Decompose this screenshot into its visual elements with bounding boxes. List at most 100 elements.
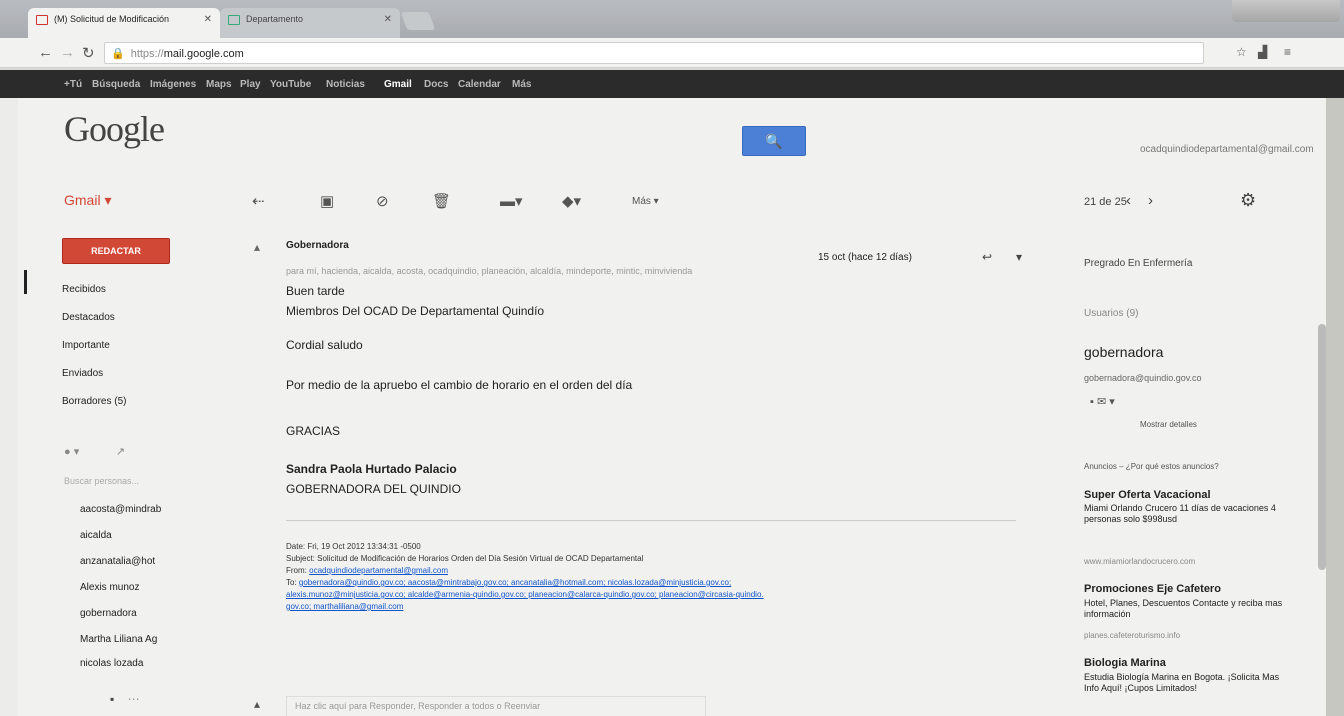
ad-title[interactable]: Super Oferta Vacacional <box>1084 489 1211 501</box>
reload-icon[interactable]: ↻ <box>82 44 95 62</box>
show-details-link[interactable]: Mostrar detalles <box>1140 420 1197 429</box>
recipients-line[interactable]: para mí, hacienda, aicalda, acosta, ocad… <box>286 266 692 276</box>
gbar-item-more[interactable]: Más <box>512 79 531 90</box>
sidebar-item-important[interactable]: Importante <box>62 340 110 351</box>
right-edge-shadow <box>1326 98 1344 716</box>
sender-avatar-icon: ▴ <box>254 240 261 254</box>
message-salutation: Cordial saludo <box>286 338 363 352</box>
sidebar-item-sent[interactable]: Enviados <box>62 368 103 379</box>
chat-contact[interactable]: nicolas lozada <box>80 658 143 669</box>
quoted-from-label: From: <box>286 566 307 575</box>
account-email[interactable]: ocadquindiodepartamental@gmail.com <box>1140 144 1314 155</box>
quoted-to-cont: alexis.munoz@minjusticia.gov.co; alcalde… <box>286 590 764 599</box>
more-icon[interactable]: ▾ <box>1109 396 1115 408</box>
move-to-folder-icon[interactable]: ▬▾ <box>500 192 523 210</box>
delete-icon[interactable]: 🗑 <box>432 192 451 210</box>
quoted-to-links[interactable]: gobernadora@quindio.gov.co; aacosta@mint… <box>299 578 731 587</box>
contact-name[interactable]: gobernadora <box>1084 344 1163 360</box>
quoted-to-links[interactable]: alexis.munoz@minjusticia.gov.co; alcalde… <box>286 590 764 599</box>
reply-icon[interactable]: ↩ <box>982 250 992 264</box>
compose-button[interactable]: REDACTAR <box>62 238 170 264</box>
ad-title[interactable]: Biologia Marina <box>1084 657 1166 669</box>
tab-label: Departamento <box>246 14 304 24</box>
reply-box[interactable]: Haz clic aquí para Responder, Responder … <box>286 696 706 716</box>
ad-title[interactable]: Promociones Eje Cafetero <box>1084 583 1221 595</box>
gbar-item[interactable]: Play <box>240 79 261 90</box>
chat-contact[interactable]: gobernadora <box>80 608 137 619</box>
more-chat-icon[interactable]: ⋯ <box>128 692 140 706</box>
quoted-subject: Subject: Solicitud de Modificación de Ho… <box>286 554 644 563</box>
sidebar-item-starred[interactable]: Destacados <box>62 312 115 323</box>
gbar-item[interactable]: Búsqueda <box>92 79 140 90</box>
tab-label: (M) Solicitud de Modificación <box>54 14 170 24</box>
ad-text: Hotel, Planes, Descuentos Contacte y rec… <box>1084 598 1283 619</box>
ad-url[interactable]: planes.cafeteroturismo.info <box>1084 631 1180 640</box>
bookmark-star-icon[interactable]: ☆ <box>1236 45 1247 59</box>
chat-icon[interactable]: ▪ <box>1090 396 1094 408</box>
more-message-options-icon[interactable]: ▾ <box>1016 250 1022 264</box>
close-tab-icon[interactable]: ✕ <box>384 14 392 25</box>
close-tab-icon[interactable]: ✕ <box>204 14 212 25</box>
ads-header[interactable]: Anuncios – ¿Por qué estos anuncios? <box>1084 462 1219 471</box>
gbar-item[interactable]: +Tú <box>64 79 82 90</box>
gmail-page <box>18 98 1326 716</box>
report-spam-icon[interactable]: ⊘ <box>376 192 389 210</box>
chat-bubble-icon[interactable]: ▪ <box>110 692 114 706</box>
back-icon[interactable]: ← <box>38 44 53 61</box>
address-bar[interactable]: 🔒 https://mail.google.com <box>104 42 1204 64</box>
chat-contact[interactable]: Martha Liliana Ag <box>80 634 157 645</box>
gmail-menu[interactable]: Gmail ▾ <box>64 192 111 209</box>
right-panel-scrollbar[interactable] <box>1318 324 1326 570</box>
sender-name[interactable]: Gobernadora <box>286 240 349 251</box>
sidebar-item-drafts[interactable]: Borradores (5) <box>62 396 126 407</box>
labels-icon[interactable]: ◆▾ <box>562 192 581 210</box>
chat-contact[interactable]: aicalda <box>80 530 112 541</box>
older-icon[interactable]: › <box>1148 192 1153 209</box>
browser-tab-active[interactable]: (M) Solicitud de Modificación ✕ <box>28 8 220 38</box>
users-label: Usuarios (9) <box>1084 308 1139 319</box>
ad-text: Miami Orlando Crucero 11 días de vacacio… <box>1084 503 1276 524</box>
url-domain: mail.google.com <box>163 48 244 60</box>
gbar-item[interactable]: Maps <box>206 79 232 90</box>
contact-email[interactable]: gobernadora@quindio.gov.co <box>1084 373 1202 383</box>
browser-tab-inactive[interactable]: Departamento ✕ <box>220 8 400 38</box>
search-button[interactable]: 🔍 <box>742 126 806 156</box>
more-actions-button[interactable]: Más ▾ <box>632 196 659 207</box>
gbar-item[interactable]: Calendar <box>458 79 501 90</box>
sidebar-item-inbox[interactable]: Recibidos <box>62 284 106 295</box>
chat-contact[interactable]: anzanatalia@hot <box>80 556 155 567</box>
quoted-from: From: ocadquindiodepartamental@gmail.com <box>286 566 448 575</box>
menu-icon[interactable]: ≡ <box>1284 45 1291 59</box>
left-edge-shadow <box>0 98 18 716</box>
quoted-to-links[interactable]: gov.co; marthaliliana@gmail.com <box>286 602 403 611</box>
chat-contact[interactable]: Alexis munoz <box>80 582 139 593</box>
quoted-from-link[interactable]: ocadquindiodepartamental@gmail.com <box>309 566 448 575</box>
email-icon[interactable]: ✉ <box>1097 396 1106 408</box>
settings-gear-icon[interactable]: ⚙ <box>1240 190 1256 211</box>
circle-label[interactable]: Pregrado En Enfermería <box>1084 258 1192 269</box>
gbar-item[interactable]: Imágenes <box>150 79 196 90</box>
gbar-item[interactable]: Docs <box>424 79 448 90</box>
new-tab-button[interactable] <box>400 12 436 30</box>
archive-icon[interactable]: ▣ <box>320 192 334 210</box>
back-to-inbox-icon[interactable]: ⇠ <box>252 192 265 210</box>
quoted-date: Date: Fri, 19 Oct 2012 13:34:31 -0500 <box>286 542 421 551</box>
google-logo[interactable]: Google <box>64 108 165 150</box>
window-controls[interactable] <box>1232 0 1340 22</box>
message-greeting: Buen tarde <box>286 284 345 298</box>
chat-contact[interactable]: aacosta@mindrab <box>80 504 161 515</box>
gbar-item[interactable]: YouTube <box>270 79 311 90</box>
signature-title: GOBERNADORA DEL QUINDIO <box>286 482 461 496</box>
gbar-item-gmail[interactable]: Gmail <box>384 79 412 90</box>
newer-icon[interactable]: ‹ <box>1126 192 1131 209</box>
extension-icon[interactable]: ▟ <box>1258 45 1267 59</box>
gbar-item[interactable]: Noticias <box>326 79 365 90</box>
chat-presence-menu[interactable]: ● ▾ ↗ <box>64 445 125 458</box>
ad-url[interactable]: www.miamiorlandocrucero.com <box>1084 557 1195 566</box>
quote-divider <box>286 520 1016 521</box>
drive-favicon-icon <box>228 15 240 25</box>
forward-icon[interactable]: → <box>60 44 75 61</box>
quoted-to: To: gobernadora@quindio.gov.co; aacosta@… <box>286 578 731 587</box>
message-body: Por medio de la apruebo el cambio de hor… <box>286 378 633 392</box>
chat-search-field[interactable]: Buscar personas... <box>64 476 139 486</box>
